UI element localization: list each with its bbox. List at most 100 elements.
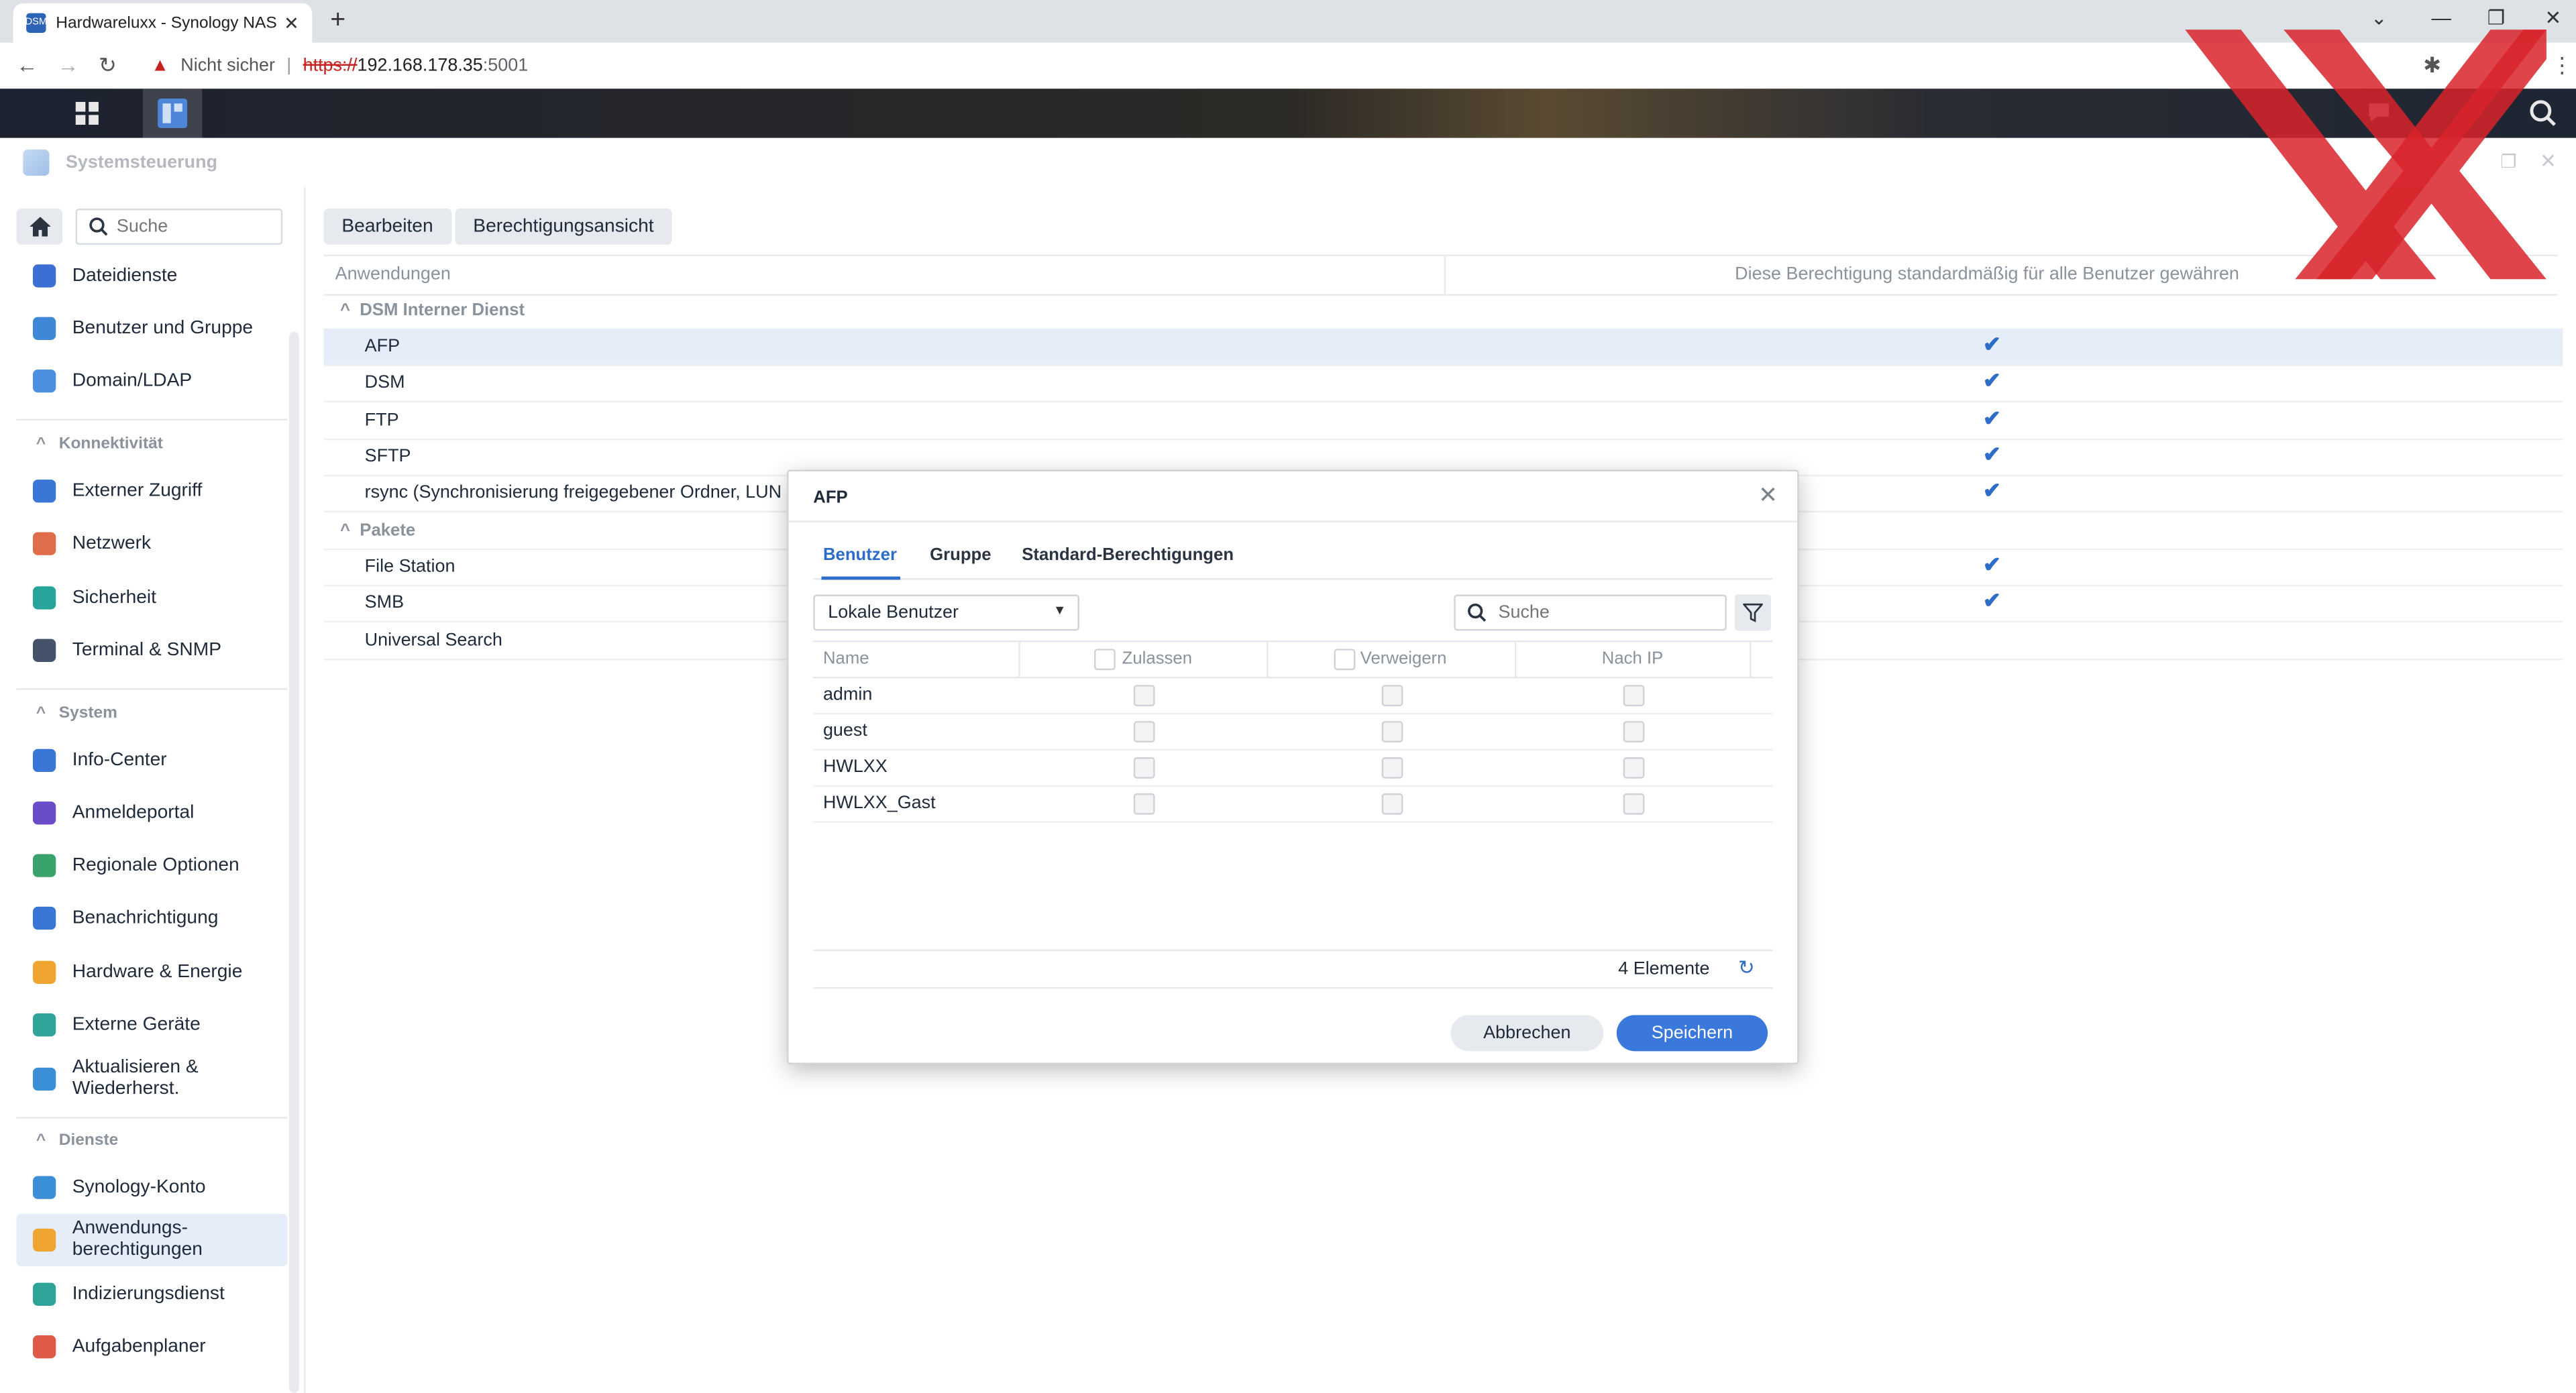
group-label: ^ DSM Interner Dienst	[339, 300, 525, 321]
section-connectivity[interactable]: ^ Konnektivität	[36, 435, 163, 453]
restore-icon[interactable]: ❐	[2487, 7, 2505, 30]
filter-button[interactable]	[1735, 594, 1772, 631]
table-row[interactable]: DSM ✔	[323, 365, 2563, 403]
close-icon[interactable]: ✕	[1758, 482, 1778, 510]
sidebar-item-label: Sicherheit	[72, 588, 156, 608]
col-name[interactable]: Name	[823, 649, 869, 668]
sidebar-item-aktualisieren-wiederherst[interactable]: Aktualisieren & Wiederherst.	[16, 1054, 287, 1103]
deny-all-checkbox[interactable]	[1334, 649, 1356, 671]
dialog-search[interactable]	[1454, 594, 1727, 631]
sidebar-item-externer-zugriff[interactable]: Externer Zugriff	[16, 469, 287, 512]
chevron-down-icon[interactable]: ⌄	[2371, 7, 2387, 30]
by-ip-checkbox[interactable]	[1623, 793, 1645, 815]
table-row[interactable]: HWLXX	[813, 749, 1773, 787]
user-type-select[interactable]: Lokale Benutzer ▼	[813, 594, 1079, 631]
domain-icon	[32, 370, 56, 393]
tab-default-permissions[interactable]: Standard-Berechtigungen	[1022, 545, 1234, 565]
chevron-up-icon: ^	[339, 300, 350, 321]
sidebar-item-benachrichtigung[interactable]: Benachrichtigung	[16, 897, 287, 940]
close-tab-icon[interactable]: ✕	[284, 12, 299, 34]
main-menu-icon[interactable]	[58, 89, 117, 137]
minimize-icon[interactable]: —	[2432, 7, 2451, 30]
tab-group[interactable]: Gruppe	[930, 545, 991, 565]
sidebar-item-label: Aktualisieren & Wiederherst.	[72, 1058, 199, 1099]
deny-checkbox[interactable]	[1381, 757, 1403, 779]
sidebar-item-externe-ger-te[interactable]: Externe Geräte	[16, 1003, 287, 1046]
save-button[interactable]: Speichern	[1616, 1015, 1768, 1052]
edit-button[interactable]: Bearbeiten	[323, 209, 451, 245]
deny-checkbox[interactable]	[1381, 685, 1403, 707]
sidebar-search-input[interactable]	[113, 215, 278, 239]
column-divider	[1514, 642, 1517, 677]
table-row[interactable]: AFP ✔	[323, 328, 2563, 367]
col-by-ip[interactable]: Nach IP	[1602, 649, 1663, 668]
forward-icon[interactable]: →	[58, 52, 79, 77]
table-row[interactable]: HWLXX_Gast	[813, 785, 1773, 823]
dialog-search-input[interactable]	[1495, 601, 1715, 624]
sidebar-item-indizierungsdienst[interactable]: Indizierungsdienst	[16, 1273, 287, 1316]
close-window-icon[interactable]: ✕	[2545, 7, 2562, 30]
refresh-icon[interactable]: ↻	[1738, 956, 1755, 979]
allow-checkbox[interactable]	[1133, 721, 1155, 742]
permission-dialog: AFP ✕ Benutzer Gruppe Standard-Berechtig…	[787, 469, 1799, 1064]
allow-checkbox[interactable]	[1133, 757, 1155, 779]
table-row[interactable]: guest	[813, 713, 1773, 751]
sidebar-item-label: Hardware & Energie	[72, 962, 243, 983]
sidebar-search[interactable]	[75, 209, 283, 245]
allow-checkbox[interactable]	[1133, 793, 1155, 815]
new-tab-icon[interactable]: +	[330, 7, 345, 36]
section-services[interactable]: ^ Dienste	[36, 1131, 118, 1150]
control-panel-taskbar-icon[interactable]	[143, 89, 203, 138]
sidebar-item-label: Info-Center	[72, 750, 167, 771]
cancel-button[interactable]: Abbrechen	[1450, 1015, 1604, 1052]
sidebar-item-anwendungs-berechtigungen[interactable]: Anwendungs-berechtigungen	[16, 1213, 288, 1267]
allow-all-checkbox[interactable]	[1094, 649, 1116, 671]
globe-icon	[32, 480, 56, 503]
sidebar-item-hardware-energie[interactable]: Hardware & Energie	[16, 951, 287, 994]
dialog-title: AFP	[813, 488, 848, 508]
section-system[interactable]: ^ System	[36, 705, 117, 723]
deny-checkbox[interactable]	[1381, 793, 1403, 815]
active-tab-indicator	[821, 576, 901, 580]
browser-menu-icon[interactable]: ⋮	[2551, 52, 2573, 78]
security-label[interactable]: Nicht sicher	[180, 56, 275, 75]
permission-view-button[interactable]: Berechtigungsansicht	[455, 209, 672, 245]
back-icon[interactable]: ←	[16, 52, 38, 77]
column-divider	[1750, 642, 1752, 677]
table-row[interactable]: admin	[813, 677, 1773, 715]
sidebar-item-sicherheit[interactable]: Sicherheit	[16, 577, 287, 620]
sidebar-item-regionale-optionen[interactable]: Regionale Optionen	[16, 844, 287, 887]
sidebar-item-domain-ldap[interactable]: Domain/LDAP	[16, 359, 287, 402]
col-default-permission[interactable]: Diese Berechtigung standardmäßig für all…	[1735, 264, 2239, 284]
app-name: SMB	[364, 593, 405, 614]
sidebar-item-benutzer-und-gruppe[interactable]: Benutzer und Gruppe	[16, 307, 287, 350]
sidebar-item-terminal-snmp[interactable]: Terminal & SNMP	[16, 629, 287, 672]
divider	[16, 419, 288, 421]
allow-checkbox[interactable]	[1133, 685, 1155, 707]
table-row[interactable]: FTP ✔	[323, 402, 2563, 440]
device-icon	[32, 1013, 56, 1037]
deny-checkbox[interactable]	[1381, 721, 1403, 742]
sidebar-item-anmeldeportal[interactable]: Anmeldeportal	[16, 791, 287, 834]
chevron-up-icon: ^	[339, 520, 350, 541]
sidebar-item-dateidienste[interactable]: Dateidienste	[16, 255, 287, 298]
sidebar-item-netzwerk[interactable]: Netzwerk	[16, 522, 287, 565]
tab-users[interactable]: Benutzer	[823, 545, 897, 565]
sidebar-item-aufgabenplaner[interactable]: Aufgabenplaner	[16, 1325, 287, 1368]
sidebar-item-synology-konto[interactable]: Synology-Konto	[16, 1166, 287, 1209]
sidebar-item-label: Externer Zugriff	[72, 481, 203, 501]
url-field[interactable]: ▲ Nicht sicher | https://192.168.178.35:…	[151, 56, 528, 75]
home-button[interactable]	[16, 209, 63, 245]
by-ip-checkbox[interactable]	[1623, 721, 1645, 742]
browser-tab[interactable]: DSM Hardwareluxx - Synology NAS ✕	[13, 3, 313, 43]
sidebar-item-info-center[interactable]: Info-Center	[16, 739, 287, 782]
filter-icon	[1743, 603, 1763, 622]
sidebar-scrollbar[interactable]	[289, 331, 299, 1393]
col-applications[interactable]: Anwendungen	[335, 264, 451, 284]
sidebar-item-label: Dateidienste	[72, 266, 178, 286]
by-ip-checkbox[interactable]	[1623, 757, 1645, 779]
reload-icon[interactable]: ↻	[99, 52, 117, 78]
check-icon: ✔	[1982, 441, 2001, 467]
by-ip-checkbox[interactable]	[1623, 685, 1645, 707]
group-internal-service[interactable]: ^ DSM Interner Dienst	[323, 292, 2563, 331]
